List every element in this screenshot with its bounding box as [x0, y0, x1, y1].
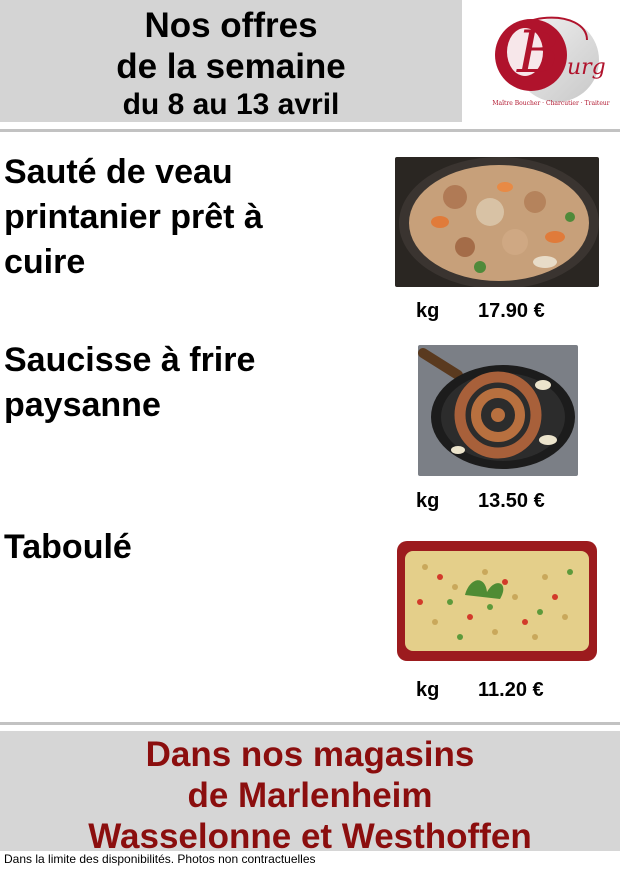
product-name: Saucisse à frire paysanne: [4, 338, 384, 428]
product-name-line: Saucisse à frire: [4, 341, 256, 379]
brand-logo: B urg Maître Boucher · Charcutier · Trai…: [467, 0, 620, 122]
product-name: Sauté de veau printanier prêt à cuire: [4, 150, 384, 285]
product-name: Taboulé: [4, 525, 384, 570]
veal-stew-photo: [395, 157, 599, 287]
svg-text:Maître Boucher · Charcutier ·: Maître Boucher · Charcutier · Traiteur: [492, 100, 609, 107]
tabbouleh-dish-photo: [395, 537, 599, 665]
product-name-line: cuire: [4, 243, 86, 281]
separator-top: [0, 129, 620, 132]
product-name-line: Taboulé: [4, 528, 132, 566]
disclaimer: Dans la limite des disponibilités. Photo…: [4, 852, 316, 866]
separator-bottom: [0, 722, 620, 725]
price-unit: kg: [416, 679, 440, 701]
footer-line-1: Dans nos magasins: [145, 735, 475, 774]
header-banner: Nos offres de la semaine du 8 au 13 avri…: [0, 0, 462, 122]
svg-text:B: B: [516, 18, 560, 86]
product-name-line: paysanne: [4, 386, 161, 424]
product-name-line: printanier prêt à: [4, 198, 263, 236]
footer-banner: Dans nos magasins de Marlenheim Wasselon…: [0, 731, 620, 856]
price-unit: kg: [416, 490, 440, 512]
footer-line-3: Wasselonne et Westhoffen: [88, 817, 532, 856]
price-value: 13.50 €: [478, 490, 545, 512]
svg-text:urg: urg: [567, 55, 606, 80]
footer-line-2: de Marlenheim: [187, 776, 433, 815]
price-value: 11.20 €: [478, 679, 544, 701]
price-unit: kg: [416, 300, 440, 322]
product-name-line: Sauté de veau: [4, 153, 233, 191]
page-title-line-2: de la semaine: [116, 47, 346, 86]
page-title-line-3: du 8 au 13 avril: [122, 88, 340, 121]
page-title-line-1: Nos offres: [144, 6, 318, 45]
price-value: 17.90 €: [478, 300, 545, 322]
sausage-pan-photo: [418, 345, 578, 476]
